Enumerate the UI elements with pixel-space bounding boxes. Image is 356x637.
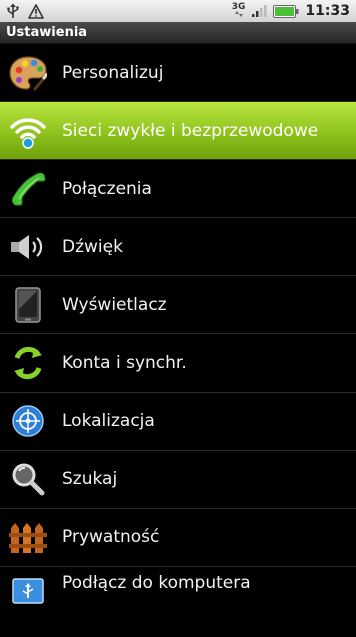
settings-item-connect-pc[interactable]: Podłącz do komputera bbox=[0, 567, 356, 609]
phone-handset-icon bbox=[8, 169, 48, 209]
clock: 11:33 bbox=[305, 3, 350, 19]
settings-item-label: Połączenia bbox=[62, 178, 152, 199]
speaker-icon bbox=[8, 227, 48, 267]
settings-item-location[interactable]: Lokalizacja bbox=[0, 393, 356, 451]
search-icon bbox=[8, 459, 48, 499]
settings-item-calls[interactable]: Połączenia bbox=[0, 160, 356, 219]
settings-item-label: Prywatność bbox=[62, 527, 160, 548]
status-bar-right: 3G 11:33 bbox=[231, 2, 350, 20]
sync-icon bbox=[8, 343, 48, 383]
usb-icon bbox=[6, 3, 20, 19]
palette-icon bbox=[8, 53, 48, 93]
wifi-icon bbox=[8, 111, 48, 151]
signal-strength-icon bbox=[251, 4, 267, 18]
settings-item-label: Szukaj bbox=[62, 469, 118, 490]
warning-icon bbox=[28, 3, 44, 19]
status-bar-left bbox=[6, 3, 44, 19]
settings-item-label: Personalizuj bbox=[62, 62, 164, 83]
page-title: Ustawienia bbox=[0, 22, 356, 44]
data-arrows-icon bbox=[234, 11, 243, 19]
settings-item-search[interactable]: Szukaj bbox=[0, 451, 356, 509]
settings-item-label: Lokalizacja bbox=[62, 411, 155, 432]
display-icon bbox=[8, 285, 48, 325]
settings-item-sound[interactable]: Dźwięk bbox=[0, 218, 356, 277]
settings-item-label: Sieci zwykłe i bezprzewodowe bbox=[62, 120, 319, 141]
settings-item-privacy[interactable]: Prywatność bbox=[0, 509, 356, 567]
settings-item-accounts-sync[interactable]: Konta i synchr. bbox=[0, 334, 356, 393]
usb-connect-icon bbox=[8, 573, 48, 613]
settings-item-label: Wyświetlacz bbox=[62, 294, 167, 315]
battery-icon bbox=[273, 4, 299, 18]
network-type-indicator: 3G bbox=[231, 2, 246, 19]
settings-item-display[interactable]: Wyświetlacz bbox=[0, 276, 356, 335]
settings-item-wireless-networks[interactable]: Sieci zwykłe i bezprzewodowe bbox=[0, 102, 356, 161]
settings-item-label: Podłącz do komputera bbox=[62, 572, 251, 593]
network-type-label: 3G bbox=[231, 2, 246, 12]
settings-list: Personalizuj Sieci zwykłe i bezprzewodow… bbox=[0, 44, 356, 609]
location-icon bbox=[8, 401, 48, 441]
fence-icon bbox=[8, 517, 48, 557]
settings-item-personalize[interactable]: Personalizuj bbox=[0, 44, 356, 103]
phone-screen: 3G 11:33 Ustawienia Personalizuj Sieci z… bbox=[0, 0, 356, 637]
settings-item-label: Konta i synchr. bbox=[62, 353, 187, 374]
settings-item-label: Dźwięk bbox=[62, 236, 123, 257]
status-bar: 3G 11:33 bbox=[0, 0, 356, 22]
